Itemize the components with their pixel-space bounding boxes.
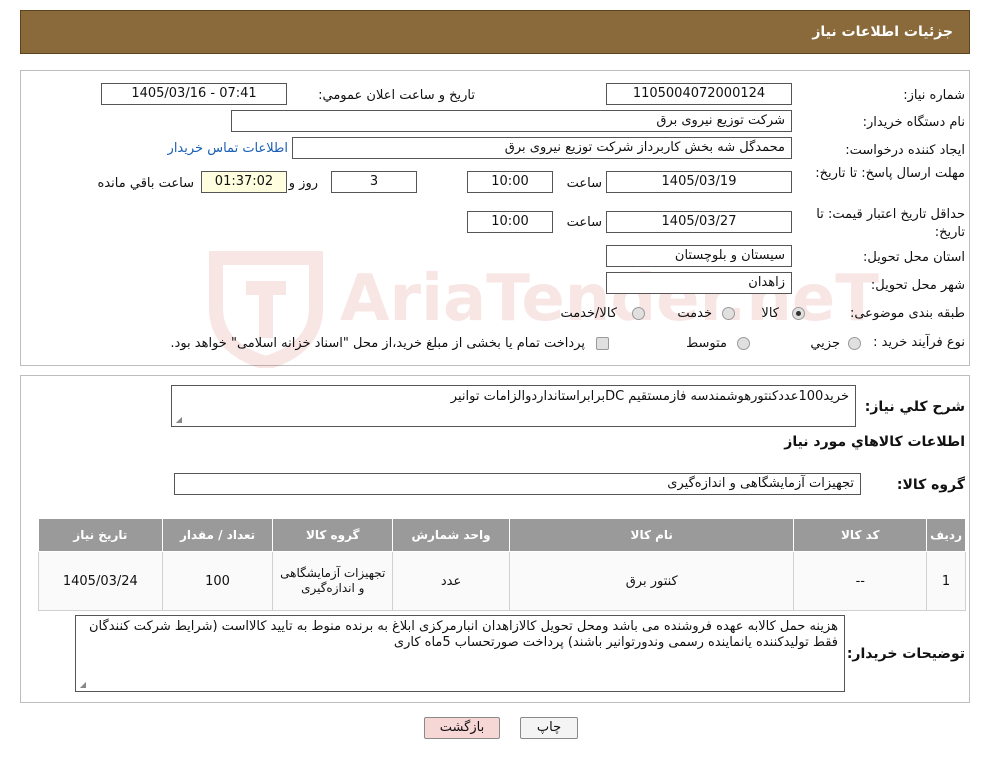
reply-time-label: ساعت — [566, 176, 602, 191]
page-title: جزئیات اطلاعات نیاز — [812, 24, 953, 40]
buyer-org-label: نام دستگاه خريدار: — [862, 115, 965, 130]
process-option-minor: جزيي — [810, 336, 840, 351]
requester-field: محمدگل شه بخش کاربرداز شرکت توزیع نیروی … — [292, 137, 792, 159]
col-group: گروه کالا — [272, 518, 394, 552]
cell-quantity: 100 — [161, 551, 274, 611]
resize-grip-icon[interactable]: ◢ — [78, 681, 86, 689]
col-unit: واحد شمارش — [392, 518, 511, 552]
announce-label: تاریخ و ساعت اعلان عمومي: — [318, 88, 475, 103]
notes-textarea: هزینه حمل کالابه عهده فروشنده می باشد وم… — [75, 615, 845, 692]
category-label: طبقه بندی موضوعی: — [849, 306, 965, 321]
goods-group-field: تجهیزات آزمایشگاهی و اندازه‌گیری — [174, 473, 861, 495]
requester-label: ايجاد کننده درخواست: — [845, 143, 965, 158]
summary-textarea: خرید100عددکنتورهوشمندسه فازمستقیم DCبراب… — [171, 385, 856, 427]
category-option-goods-service: کالا/خدمت — [560, 306, 617, 321]
remaining-time-field: 01:37:02 — [201, 171, 287, 193]
goods-group-label: گروه کالا: — [896, 477, 965, 493]
remaining-time-label: ساعت باقي مانده — [97, 176, 194, 191]
table-row: 1 -- کنتور برق عدد تجهیزات آزمایشگاهی و … — [38, 551, 966, 611]
category-option-service: خدمت — [677, 306, 712, 321]
price-validity-label: حداقل تاريخ اعتبار قيمت: تا تاریخ: — [816, 207, 965, 240]
process-radio-medium[interactable] — [737, 337, 750, 350]
goods-table-header: رديف کد کالا نام کالا واحد شمارش گروه کا… — [38, 518, 966, 552]
process-radio-minor[interactable] — [848, 337, 861, 350]
cell-row: 1 — [926, 551, 966, 611]
page-header: جزئیات اطلاعات نیاز — [20, 10, 970, 54]
cell-unit: عدد — [392, 551, 511, 611]
goods-section-title: اطلاعات کالاهاي مورد نياز — [784, 434, 965, 450]
price-date-field: 1405/03/27 — [606, 211, 792, 233]
days-field: 3 — [331, 171, 417, 193]
col-quantity: تعداد / مقدار — [161, 518, 274, 552]
col-need-date: تاريخ نياز — [38, 518, 163, 552]
process-treasury-checkbox[interactable] — [596, 337, 609, 350]
category-radio-service[interactable] — [722, 307, 735, 320]
process-note: پرداخت تمام یا بخشی از مبلغ خرید،از محل … — [170, 336, 585, 351]
buyer-org-field: شرکت توزیع نیروی برق — [231, 110, 792, 132]
summary-label: شرح کلي نياز: — [864, 399, 965, 415]
goods-table-wrapper: رديف کد کالا نام کالا واحد شمارش گروه کا… — [38, 518, 966, 611]
process-option-medium: متوسط — [686, 336, 727, 351]
summary-text: خرید100عددکنتورهوشمندسه فازمستقیم DCبراب… — [450, 389, 849, 404]
price-time-field: 10:00 — [467, 211, 553, 233]
price-time-label: ساعت — [566, 215, 602, 230]
cell-group: تجهیزات آزمایشگاهی و اندازه‌گیری — [272, 551, 394, 611]
need-number-field: 1105004072000124 — [606, 83, 792, 105]
notes-label: توضيحات خريدار: — [846, 646, 965, 662]
category-option-goods: کالا — [761, 306, 779, 321]
col-row: رديف — [926, 518, 966, 552]
cell-need-date: 1405/03/24 — [38, 551, 163, 611]
days-label: روز و — [288, 176, 318, 191]
city-label: شهر محل تحويل: — [870, 278, 965, 293]
cell-code: -- — [793, 551, 928, 611]
reply-date-field: 1405/03/19 — [606, 171, 792, 193]
reply-time-field: 10:00 — [467, 171, 553, 193]
col-code: کد کالا — [793, 518, 928, 552]
col-name: نام کالا — [509, 518, 795, 552]
resize-grip-icon[interactable]: ◢ — [174, 416, 182, 424]
city-field: زاهدان — [606, 272, 792, 294]
province-field: سیستان و بلوچستان — [606, 245, 792, 267]
process-label: نوع فرآيند خريد : — [873, 335, 965, 350]
notes-text: هزینه حمل کالابه عهده فروشنده می باشد وم… — [89, 619, 838, 650]
back-button[interactable]: بازگشت — [424, 717, 500, 739]
category-radio-goods-service[interactable] — [632, 307, 645, 320]
province-label: استان محل تحويل: — [863, 250, 965, 265]
category-radio-goods[interactable] — [792, 307, 805, 320]
goods-table: رديف کد کالا نام کالا واحد شمارش گروه کا… — [38, 518, 966, 611]
buyer-contact-link[interactable]: اطلاعات تماس خريدار — [168, 141, 288, 156]
print-button[interactable]: چاپ — [520, 717, 578, 739]
announce-field: 1405/03/16 - 07:41 — [101, 83, 287, 105]
cell-name: کنتور برق — [509, 551, 795, 611]
need-number-label: شماره نیاز: — [903, 88, 965, 103]
reply-deadline-label: مهلت ارسال پاسخ: تا تاریخ: — [815, 166, 965, 181]
